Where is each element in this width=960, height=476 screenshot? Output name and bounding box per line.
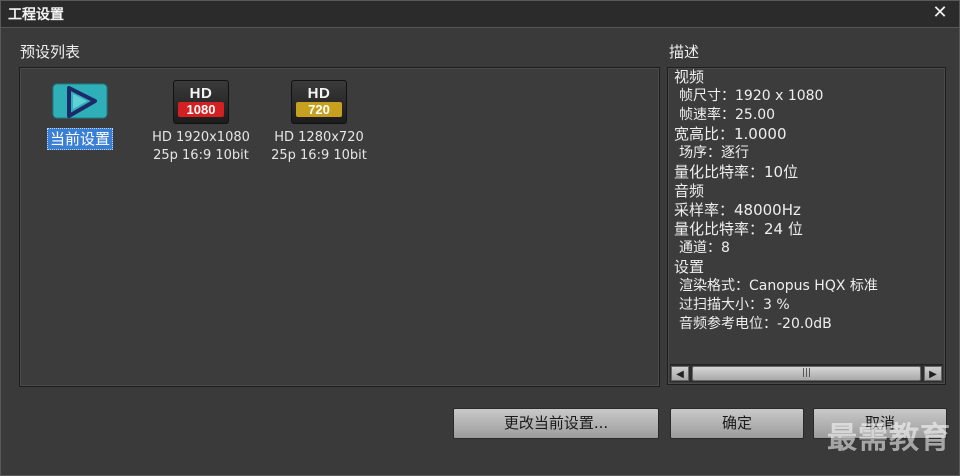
current-settings-icon xyxy=(52,83,108,119)
description-line: 视频 xyxy=(674,68,705,86)
description-line: 帧尺寸：1920 x 1080 xyxy=(679,88,824,104)
preset-name-selected: 当前设置 xyxy=(46,128,113,150)
preset-current-settings[interactable]: 当前设置 xyxy=(42,80,118,150)
preset-hd-1080-line1: HD 1920x1080 xyxy=(152,130,250,145)
description-line: 帧速率：25.00 xyxy=(679,107,776,123)
change-current-settings-button[interactable]: 更改当前设置... xyxy=(453,408,659,439)
description-line: 音频参考电位：-20.0dB xyxy=(679,316,832,332)
description-line: 采样率：48000Hz xyxy=(674,201,801,219)
close-icon[interactable]: ✕ xyxy=(931,4,949,22)
hd-720-badge-top: HD xyxy=(307,85,331,102)
horizontal-scrollbar[interactable]: ◀ ||| ▶ xyxy=(670,364,943,382)
description-line: 宽高比：1.0000 xyxy=(674,125,787,143)
watermark: 最需教育 xyxy=(827,421,951,456)
hd-1080-badge-top: HD xyxy=(189,85,213,102)
description-text: 视频帧尺寸：1920 x 1080 帧速率：25.00 宽高比：1.0000 场序：逐… xyxy=(674,68,945,334)
preset-hd-720-line2: 25p 16:9 10bit xyxy=(271,148,367,163)
description-line: 音频 xyxy=(674,182,705,200)
preset-hd-1080-line2: 25p 16:9 10bit xyxy=(153,148,249,163)
scroll-left-icon[interactable]: ◀ xyxy=(671,366,689,381)
description-label: 描述 xyxy=(669,43,700,61)
description-line: 量化比特率：10位 xyxy=(674,163,799,181)
preset-list[interactable]: 当前设置 HD 1080 HD 1920x1080 25p 16:9 10bit… xyxy=(19,67,660,387)
hd-1080-badge-res: 1080 xyxy=(178,102,224,117)
description-line: 通道：8 xyxy=(679,240,730,256)
dialog-title: 工程设置 xyxy=(8,7,64,23)
project-settings-dialog: 工程设置 ✕ 预设列表 描述 当前设置 HD 1080 HD 1920x1080… xyxy=(0,0,960,476)
description-panel: 视频帧尺寸：1920 x 1080 帧速率：25.00 宽高比：1.0000 场序：逐… xyxy=(667,67,946,385)
preset-list-label: 预设列表 xyxy=(20,43,81,61)
hd-720-badge-res: 720 xyxy=(296,102,342,117)
hd-720-icon: HD 720 xyxy=(291,80,347,124)
scroll-right-icon[interactable]: ▶ xyxy=(924,366,942,381)
ok-button[interactable]: 确定 xyxy=(670,408,804,439)
scroll-thumb[interactable]: ||| xyxy=(692,366,921,381)
description-line: 渲染格式：Canopus HQX 标准 xyxy=(679,278,878,294)
description-line: 场序：逐行 xyxy=(679,145,749,161)
preset-hd-1080[interactable]: HD 1080 HD 1920x1080 25p 16:9 10bit xyxy=(145,80,257,165)
preset-hd-720[interactable]: HD 720 HD 1280x720 25p 16:9 10bit xyxy=(263,80,375,165)
hd-1080-icon: HD 1080 xyxy=(173,80,229,124)
title-bar: 工程设置 ✕ xyxy=(1,1,959,28)
preset-hd-720-line1: HD 1280x720 xyxy=(274,130,364,145)
description-line: 设置 xyxy=(674,258,705,276)
description-line: 过扫描大小：3 % xyxy=(679,297,790,313)
description-line: 量化比特率：24 位 xyxy=(674,220,803,238)
